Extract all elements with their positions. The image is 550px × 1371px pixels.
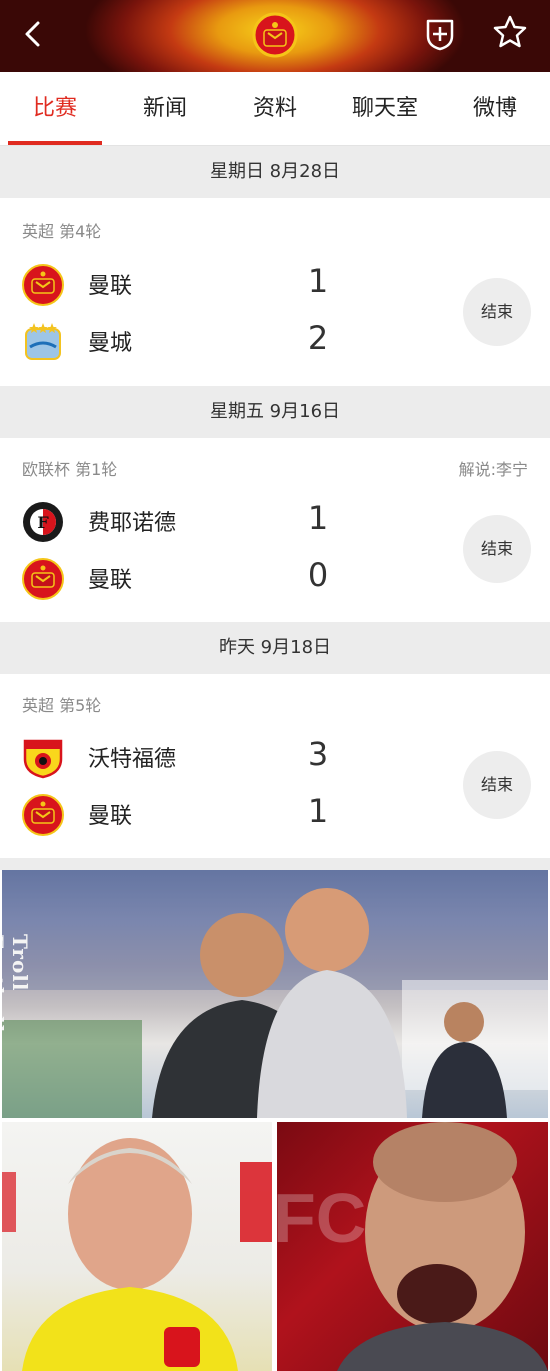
match-card[interactable]: 英超 第4轮 曼联 1 曼城 2 结束 (0, 198, 550, 386)
manchester-city-logo-icon (25, 323, 61, 360)
team-name: 费耶诺德 (88, 511, 177, 536)
match-status-button[interactable]: 结束 (463, 751, 531, 819)
date-header: 昨天 9月18日 (0, 622, 550, 674)
team-name: 曼城 (88, 331, 133, 356)
team-name: 曼联 (88, 568, 133, 593)
photo-illustration (2, 870, 548, 1118)
feyenoord-logo-icon: F (23, 502, 63, 542)
match-card[interactable]: 英超 第5轮 沃特福德 3 曼联 1 结束 (0, 674, 550, 858)
manchester-united-logo-icon (22, 558, 64, 600)
home-team-row: 曼联 1 (0, 260, 420, 310)
laughing-manager-photo (2, 1122, 272, 1371)
away-team-row: 曼联 1 (0, 790, 420, 840)
manchester-united-logo-icon (22, 264, 64, 306)
team-name: 曼联 (88, 804, 133, 829)
tab-chatroom[interactable]: 聊天室 (330, 72, 440, 146)
shield-plus-icon[interactable] (422, 16, 458, 52)
team-score: 3 (307, 735, 329, 773)
away-team-row: 曼联 0 (0, 554, 420, 604)
team-score: 1 (307, 499, 329, 537)
tab-weibo[interactable]: 微博 (440, 72, 550, 146)
home-team-row: F 费耶诺德 1 (0, 497, 420, 547)
shouting-manager-photo: FC (277, 1122, 548, 1371)
active-tab-indicator (8, 141, 102, 145)
match-status-button[interactable]: 结束 (463, 278, 531, 346)
photo-illustration: FC (277, 1122, 548, 1371)
section-divider (0, 858, 550, 870)
away-team-row: 曼城 2 (0, 317, 420, 367)
svg-text:F: F (37, 513, 49, 532)
team-score: 2 (307, 319, 329, 357)
match-card[interactable]: 欧联杯 第1轮 解说:李宁 F 费耶诺德 1 曼联 0 结束 (0, 438, 550, 622)
app-header (0, 0, 550, 72)
manchester-united-crest-icon (252, 12, 298, 58)
chevron-left-icon[interactable] (18, 18, 50, 50)
watford-logo-icon (23, 739, 63, 779)
league-round-label: 英超 第4轮 (22, 222, 102, 241)
tab-profile[interactable]: 资料 (220, 72, 330, 146)
commentator-label: 解说:李宁 (458, 460, 528, 479)
svg-text:FC: FC (277, 1179, 366, 1257)
team-name: 沃特福德 (88, 747, 177, 772)
home-team-row: 沃特福德 3 (0, 733, 420, 783)
team-name: 曼联 (88, 274, 133, 299)
manchester-united-logo-icon (22, 794, 64, 836)
tab-bar: 比赛 新闻 资料 聊天室 微博 (0, 72, 550, 146)
league-round-label: 英超 第5轮 (22, 696, 102, 715)
league-round-label: 欧联杯 第1轮 (22, 460, 118, 479)
tab-news[interactable]: 新闻 (110, 72, 220, 146)
managers-handshake-photo: Troll Football (2, 870, 548, 1118)
date-header: 星期日 8月28日 (0, 146, 550, 198)
photo-illustration (2, 1138, 272, 1371)
team-score: 1 (307, 792, 329, 830)
star-outline-icon[interactable] (492, 14, 528, 50)
date-header: 星期五 9月16日 (0, 386, 550, 438)
team-score: 1 (307, 262, 329, 300)
tab-matches[interactable]: 比赛 (0, 72, 110, 146)
team-score: 0 (307, 556, 329, 594)
match-status-button[interactable]: 结束 (463, 515, 531, 583)
watermark-text: Troll Football (2, 934, 32, 1034)
